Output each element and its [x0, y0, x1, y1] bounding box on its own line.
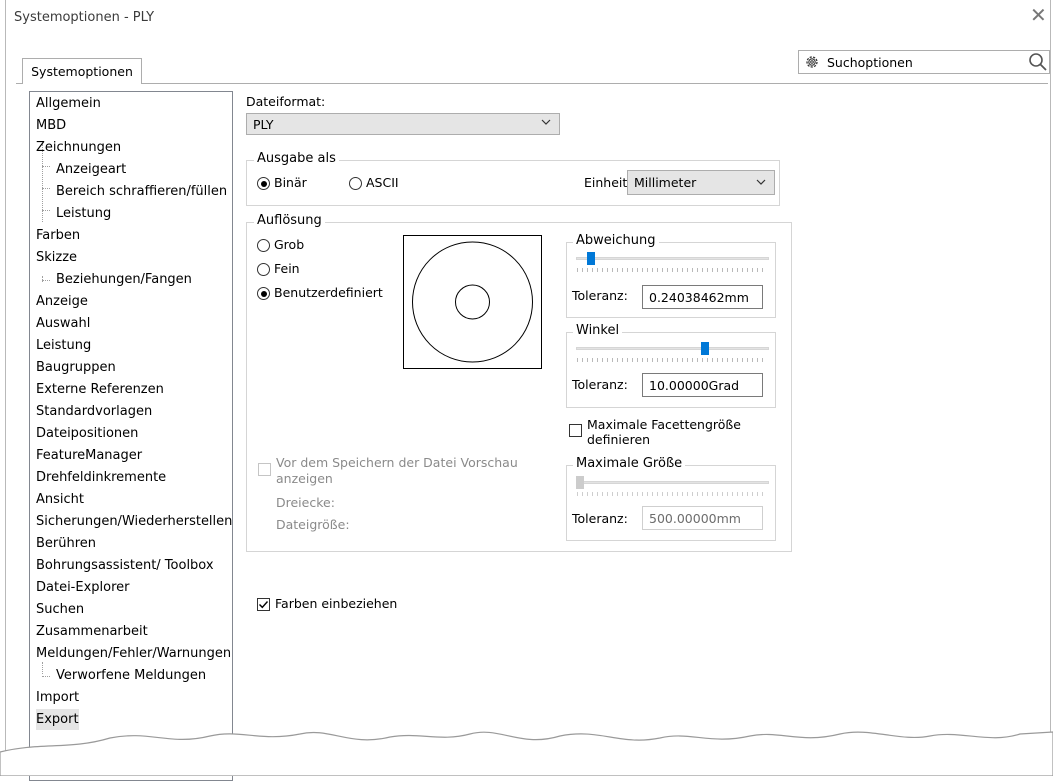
tree-item-zeichnungen-leistung[interactable]: Leistung	[56, 203, 111, 224]
vorschau-label: Vor dem Speichern der Datei Vorschau anz…	[276, 455, 518, 487]
max-groesse-title: Maximale Größe	[573, 456, 686, 471]
radio-ascii[interactable]	[349, 177, 362, 190]
torn-edge	[0, 731, 1053, 776]
ausgabe-title: Ausgabe als	[254, 151, 339, 166]
tree-item-skizze[interactable]: Skizze	[36, 247, 77, 268]
abweichung-slider-thumb[interactable]	[587, 252, 595, 265]
abweichung-title: Abweichung	[573, 233, 659, 248]
tree-item-import[interactable]: Import	[36, 687, 79, 708]
abweichung-toleranz-input[interactable]: 0.24038462mm	[642, 285, 763, 309]
max-groesse-ticks	[577, 492, 767, 496]
abweichung-toleranz-label: Toleranz:	[572, 288, 628, 303]
tree-item-externe-referenzen[interactable]: Externe Referenzen	[36, 379, 164, 400]
tree-item-verworfene-meldungen[interactable]: Verworfene Meldungen	[56, 665, 206, 686]
tree-item-leistung[interactable]: Leistung	[36, 335, 91, 356]
max-groesse-toleranz-label: Toleranz:	[572, 511, 628, 526]
abweichung-slider-track[interactable]	[576, 257, 769, 260]
vorschau-label-line2: anzeigen	[276, 471, 333, 486]
dreiecke-label: Dreiecke:	[276, 495, 335, 510]
window-title: Systemoptionen - PLY	[14, 10, 155, 25]
radio-fein[interactable]	[257, 263, 270, 276]
farben-checkbox[interactable]	[257, 598, 270, 611]
fein-label: Fein	[274, 261, 300, 276]
farben-label: Farben einbeziehen	[275, 596, 398, 611]
gear-icon	[806, 56, 818, 68]
tree-item-featuremanager[interactable]: FeatureManager	[36, 445, 142, 466]
chevron-down-icon	[756, 179, 766, 185]
winkel-slider-track[interactable]	[576, 347, 769, 350]
tree-item-beruehren[interactable]: Berühren	[36, 533, 96, 554]
tree-item-datei-explorer[interactable]: Datei-Explorer	[36, 577, 130, 598]
tree-connector	[42, 280, 50, 281]
tab-strip-line	[16, 83, 1048, 84]
magnifier-icon[interactable]	[1028, 52, 1048, 72]
max-facette-label-line1: Maximale Facettengröße	[587, 417, 741, 432]
tree-connector	[42, 166, 50, 167]
tree-item-dateipositionen[interactable]: Dateipositionen	[36, 423, 138, 444]
options-tree[interactable]: Allgemein MBD Zeichnungen Anzeigeart Ber…	[29, 91, 233, 781]
binaer-label: Binär	[274, 175, 307, 190]
max-groesse-slider-thumb	[576, 476, 584, 489]
tree-connector	[42, 188, 50, 189]
tree-item-drehfeldinkremente[interactable]: Drehfeldinkremente	[36, 467, 166, 488]
tree-item-sicherungen[interactable]: Sicherungen/Wiederherstellen	[36, 511, 232, 532]
chevron-down-icon	[541, 119, 551, 125]
winkel-toleranz-input[interactable]: 10.00000Grad	[642, 373, 763, 397]
tree-connector	[42, 210, 50, 211]
tree-connector	[42, 676, 50, 677]
tree-item-standardvorlagen[interactable]: Standardvorlagen	[36, 401, 152, 422]
tree-item-meldungen[interactable]: Meldungen/Fehler/Warnungen	[36, 643, 231, 664]
search-options-label: Suchoptionen	[827, 55, 913, 70]
tree-connector	[42, 276, 43, 282]
winkel-slider-thumb[interactable]	[701, 342, 709, 355]
max-groesse-slider-track	[576, 481, 769, 484]
resolution-preview	[403, 235, 542, 369]
tree-item-anzeigeart[interactable]: Anzeigeart	[56, 159, 126, 180]
max-groesse-toleranz-input: 500.00000mm	[642, 506, 763, 530]
tree-item-mbd[interactable]: MBD	[36, 115, 66, 136]
tree-item-zeichnungen[interactable]: Zeichnungen	[36, 137, 121, 158]
benutzerdefiniert-label: Benutzerdefiniert	[274, 285, 383, 300]
tree-item-bohrungsassistent[interactable]: Bohrungsassistent/ Toolbox	[36, 555, 214, 576]
tree-item-baugruppen[interactable]: Baugruppen	[36, 357, 116, 378]
vorschau-label-line1: Vor dem Speichern der Datei Vorschau	[276, 455, 518, 470]
winkel-toleranz-label: Toleranz:	[572, 377, 628, 392]
winkel-ticks	[577, 358, 767, 362]
tree-item-anzeige[interactable]: Anzeige	[36, 291, 88, 312]
vorschau-checkbox	[258, 463, 271, 476]
close-icon[interactable]: ✕	[1030, 5, 1047, 25]
dateiformat-select[interactable]: PLY	[246, 113, 560, 135]
tree-item-auswahl[interactable]: Auswahl	[36, 313, 90, 334]
max-facette-label: Maximale Facettengröße definieren	[587, 417, 741, 447]
winkel-title: Winkel	[573, 323, 623, 338]
einheit-value: Millimeter	[634, 175, 697, 190]
einheit-label: Einheit:	[584, 175, 632, 190]
tree-item-suchen[interactable]: Suchen	[36, 599, 84, 620]
radio-benutzerdefiniert[interactable]	[257, 287, 270, 300]
tree-item-beziehungen-fangen[interactable]: Beziehungen/Fangen	[56, 269, 192, 290]
tab-systemoptionen[interactable]: Systemoptionen	[22, 58, 142, 84]
radio-binaer[interactable]	[257, 177, 270, 190]
dateiformat-label: Dateiformat:	[246, 94, 326, 109]
checkmark-icon	[259, 601, 269, 609]
max-facette-label-line2: definieren	[587, 432, 651, 447]
tree-item-farben[interactable]: Farben	[36, 225, 80, 246]
tree-item-zusammenarbeit[interactable]: Zusammenarbeit	[36, 621, 148, 642]
dateiformat-value: PLY	[253, 117, 274, 132]
tree-item-ansicht[interactable]: Ansicht	[36, 489, 84, 510]
max-facette-checkbox[interactable]	[569, 424, 582, 437]
search-options-field[interactable]: Suchoptionen	[798, 50, 1050, 74]
tree-item-bereich-schraffieren[interactable]: Bereich schraffieren/füllen	[56, 181, 227, 202]
dateigroesse-label: Dateigröße:	[276, 517, 350, 532]
einheit-select[interactable]: Millimeter	[627, 170, 775, 195]
grob-label: Grob	[274, 237, 305, 252]
aufloesung-title: Auflösung	[254, 213, 325, 228]
radio-grob[interactable]	[257, 239, 270, 252]
ascii-label: ASCII	[366, 175, 399, 190]
abweichung-ticks	[577, 268, 767, 272]
tree-item-allgemein[interactable]: Allgemein	[36, 93, 101, 114]
